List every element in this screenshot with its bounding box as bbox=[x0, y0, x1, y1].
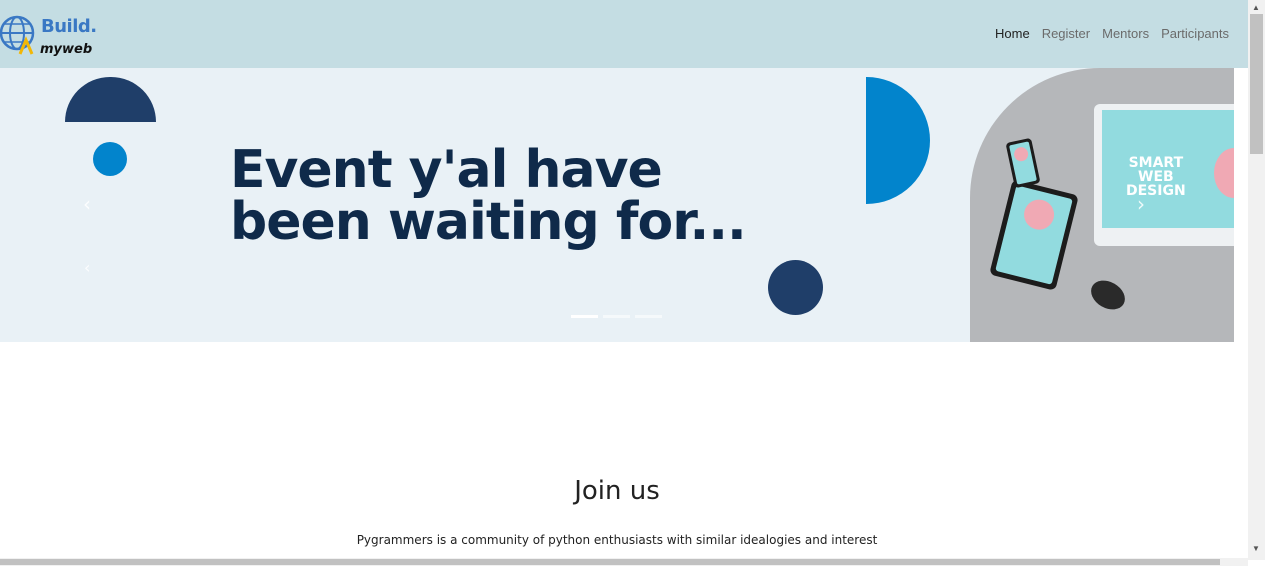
brand-name-line2: myweb bbox=[40, 42, 93, 57]
navbar: Build. myweb Home Register Mentors Parti… bbox=[0, 0, 1248, 68]
brain-illustration bbox=[1012, 145, 1030, 163]
chevron-right-icon[interactable]: › bbox=[1137, 192, 1145, 216]
hero-headline: Event y'al have been waiting for... bbox=[230, 140, 747, 252]
join-description: Pygrammers is a community of python enth… bbox=[356, 533, 878, 547]
chevron-left-icon[interactable]: ‹ bbox=[84, 258, 90, 277]
horizontal-scrollbar[interactable] bbox=[0, 558, 1248, 566]
carousel-indicator-2[interactable] bbox=[603, 315, 630, 318]
carousel-indicator-1[interactable] bbox=[571, 315, 598, 318]
monitor-image: SMART WEB DESIGN bbox=[1094, 104, 1234, 246]
vertical-scrollbar-thumb[interactable] bbox=[1250, 14, 1263, 154]
hero-device-image: SMART WEB DESIGN bbox=[970, 68, 1234, 342]
carousel-indicators bbox=[571, 315, 662, 318]
brain-illustration bbox=[1214, 148, 1234, 198]
phone-image bbox=[1005, 137, 1041, 189]
nav-mentors[interactable]: Mentors bbox=[1102, 26, 1149, 41]
brain-illustration bbox=[1020, 196, 1058, 233]
nav-participants[interactable]: Participants bbox=[1161, 26, 1229, 41]
decorative-circle-large bbox=[768, 260, 823, 315]
brand-name-line1: Build. bbox=[41, 16, 97, 37]
join-title: Join us bbox=[574, 476, 660, 506]
hero-carousel: Event y'al have been waiting for... SMAR… bbox=[0, 68, 1234, 342]
tablet-image bbox=[989, 179, 1079, 291]
decorative-half-circle-right bbox=[866, 77, 930, 204]
decorative-circle-small bbox=[93, 142, 127, 176]
mouse-image bbox=[1085, 274, 1131, 316]
screen-text: SMART WEB DESIGN bbox=[1126, 155, 1186, 199]
monitor-screen: SMART WEB DESIGN bbox=[1102, 110, 1234, 228]
globe-icon bbox=[0, 15, 35, 55]
nav-home[interactable]: Home bbox=[995, 26, 1030, 41]
scroll-down-icon[interactable]: ▼ bbox=[1252, 544, 1260, 553]
nav-register[interactable]: Register bbox=[1042, 26, 1090, 41]
scroll-up-icon[interactable]: ▲ bbox=[1252, 3, 1260, 12]
carousel-indicator-3[interactable] bbox=[635, 315, 662, 318]
chevron-left-icon[interactable]: ‹ bbox=[83, 192, 91, 216]
horizontal-scrollbar-thumb[interactable] bbox=[0, 559, 1220, 565]
decorative-half-circle bbox=[65, 77, 156, 122]
vertical-scrollbar[interactable]: ▲ ▼ bbox=[1248, 0, 1265, 560]
brand-logo[interactable]: Build. myweb bbox=[0, 6, 97, 60]
main-nav: Home Register Mentors Participants bbox=[995, 26, 1229, 41]
